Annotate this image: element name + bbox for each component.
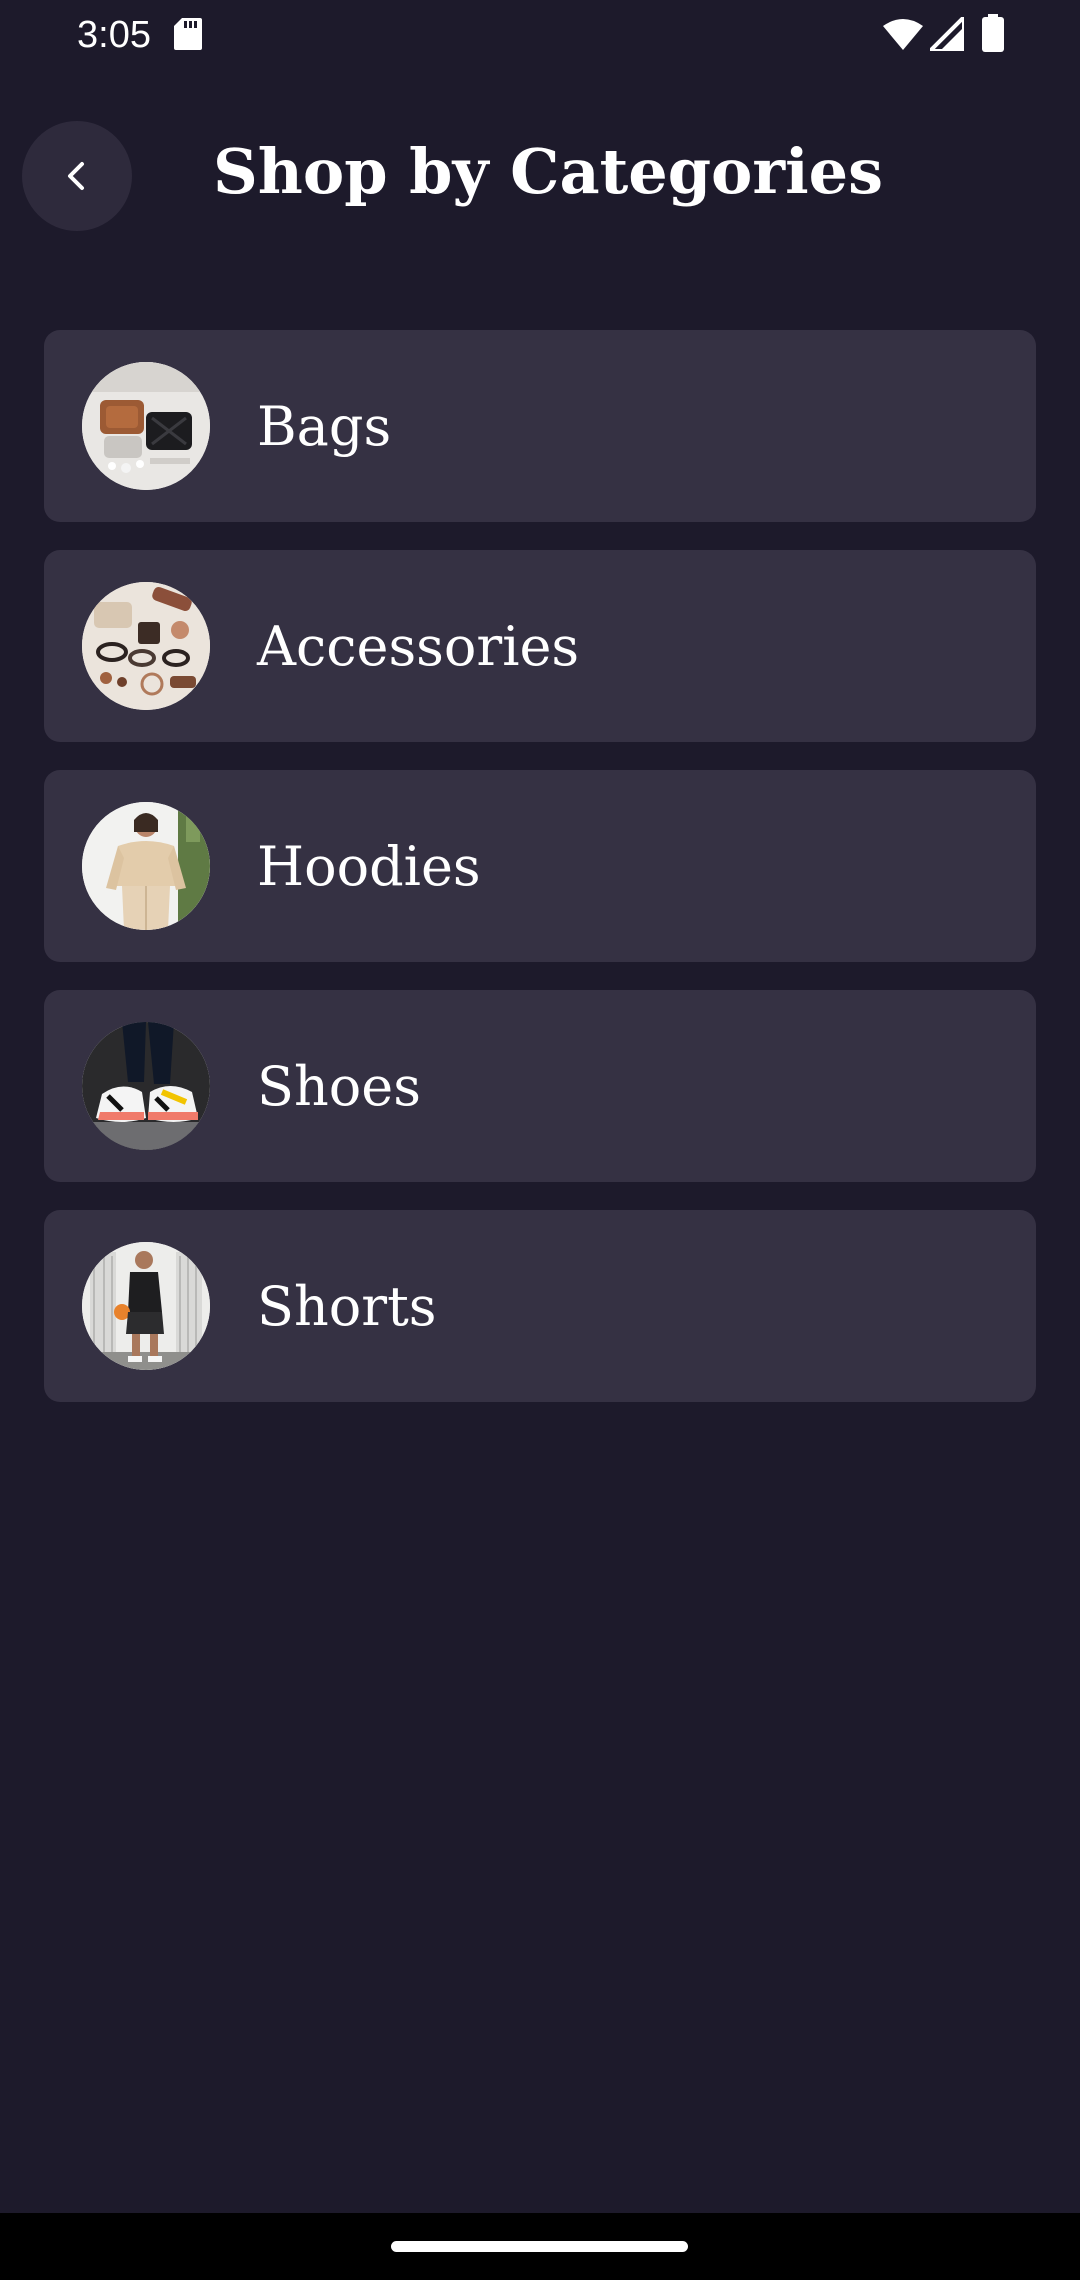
category-list: Bags Accessories Hoodies Shoes Shorts bbox=[44, 330, 1036, 1430]
accessories-thumbnail bbox=[82, 582, 210, 710]
category-item-accessories[interactable]: Accessories bbox=[44, 550, 1036, 742]
home-indicator[interactable] bbox=[391, 2241, 688, 2252]
status-bar: 3:05 bbox=[0, 0, 1080, 72]
page-title: Shop by Categories bbox=[213, 135, 883, 208]
battery-icon bbox=[982, 14, 1004, 52]
category-item-hoodies[interactable]: Hoodies bbox=[44, 770, 1036, 962]
chevron-left-icon bbox=[68, 162, 84, 190]
cell-signal-icon bbox=[930, 17, 964, 51]
back-button[interactable] bbox=[22, 121, 132, 231]
category-label: Shoes bbox=[257, 1054, 421, 1118]
category-item-bags[interactable]: Bags bbox=[44, 330, 1036, 522]
category-label: Accessories bbox=[257, 614, 580, 678]
bags-thumbnail bbox=[82, 362, 210, 490]
category-item-shoes[interactable]: Shoes bbox=[44, 990, 1036, 1182]
category-label: Shorts bbox=[257, 1274, 437, 1338]
category-label: Bags bbox=[257, 394, 392, 458]
shoes-thumbnail bbox=[82, 1022, 210, 1150]
sd-card-icon bbox=[174, 18, 202, 50]
category-item-shorts[interactable]: Shorts bbox=[44, 1210, 1036, 1402]
shorts-thumbnail bbox=[82, 1242, 210, 1370]
hoodies-thumbnail bbox=[82, 802, 210, 930]
category-label: Hoodies bbox=[257, 834, 481, 898]
wifi-icon bbox=[883, 19, 923, 50]
status-time: 3:05 bbox=[77, 14, 151, 56]
